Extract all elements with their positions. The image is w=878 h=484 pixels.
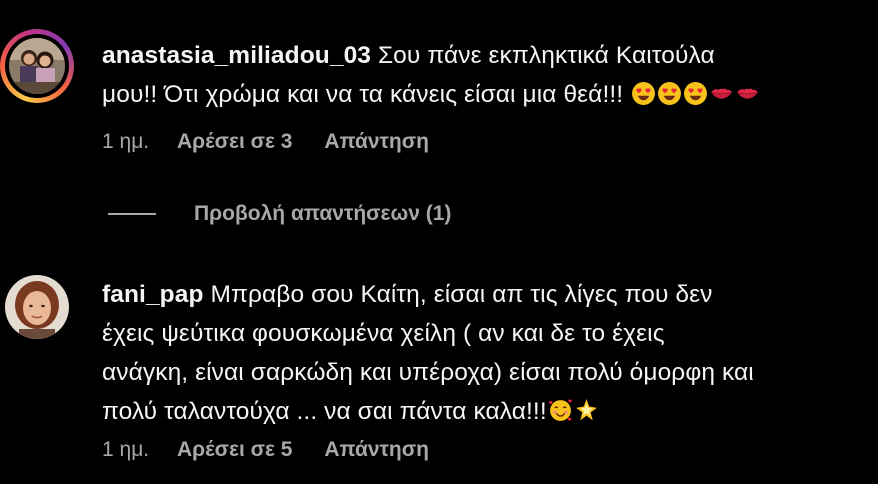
avatar[interactable]: [9, 38, 65, 94]
comment-body: Μπραβο σου Καίτη, είσαι απ τις λίγες που…: [203, 281, 713, 308]
avatar-inner: [5, 34, 69, 98]
heart-eyes-emoji-icon: [657, 79, 682, 118]
comment-username[interactable]: fani_pap: [102, 281, 204, 308]
smiling-face-with-hearts-emoji-icon: [548, 396, 573, 435]
comment-timestamp: 1 ημ.: [102, 130, 150, 154]
comment-line: ανάγκη, είναι σαρκώδη και υπέροχα) είσαι…: [102, 359, 754, 386]
comment-likes-link[interactable]: Αρέσει σε 5: [177, 438, 292, 462]
kiss-mark-emoji-icon: [735, 79, 760, 118]
avatar-story-ring[interactable]: [0, 29, 74, 103]
comment-timestamp: 1 ημ.: [102, 438, 150, 462]
avatar-photo-icon: [5, 275, 69, 339]
comment-meta: 1 ημ. Αρέσει σε 3 Απάντηση: [102, 130, 429, 154]
comment-line: έχεις ψεύτικα φουσκωμένα χείλη ( αν και …: [102, 320, 665, 347]
comment-likes-link[interactable]: Αρέσει σε 3: [177, 130, 292, 154]
heart-eyes-emoji-icon: [683, 79, 708, 118]
reply-button[interactable]: Απάντηση: [324, 438, 429, 462]
kiss-mark-emoji-icon: [709, 79, 734, 118]
comment-line: πολύ ταλαντούχα ... να σαι πάντα καλα!!!: [102, 392, 872, 435]
avatar[interactable]: [5, 275, 69, 339]
avatar-photo-icon: [9, 38, 65, 94]
sparkle-star-emoji-icon: [574, 396, 599, 435]
comment-text: fani_pap Μπραβο σου Καίτη, είσαι απ τις …: [102, 275, 872, 435]
view-replies-button[interactable]: Προβολή απαντήσεων (1): [108, 196, 451, 232]
comment-text: anastasia_miliadou_03 Σου πάνε εκπληκτικ…: [102, 36, 872, 118]
reply-button[interactable]: Απάντηση: [324, 130, 429, 154]
comment-meta: 1 ημ. Αρέσει σε 5 Απάντηση: [102, 438, 429, 462]
view-replies-divider: [108, 213, 156, 215]
comment-line: anastasia_miliadou_03 Σου πάνε εκπληκτικ…: [102, 36, 872, 75]
comment-line: fani_pap Μπραβο σου Καίτη, είσαι απ τις …: [102, 275, 872, 314]
comment-line: μου!! Ότι χρώμα και να τα κάνεις είσαι μ…: [102, 75, 872, 118]
comment-body: Σου πάνε εκπληκτικά Καιτούλα: [371, 42, 715, 69]
comment-body: μου!! Ότι χρώμα και να τα κάνεις είσαι μ…: [102, 81, 631, 108]
heart-eyes-emoji-icon: [631, 79, 656, 118]
view-replies-label: Προβολή απαντήσεων (1): [194, 202, 452, 225]
comment-username[interactable]: anastasia_miliadou_03: [102, 42, 371, 69]
comment-body: πολύ ταλαντούχα ... να σαι πάντα καλα!!!: [102, 398, 547, 425]
